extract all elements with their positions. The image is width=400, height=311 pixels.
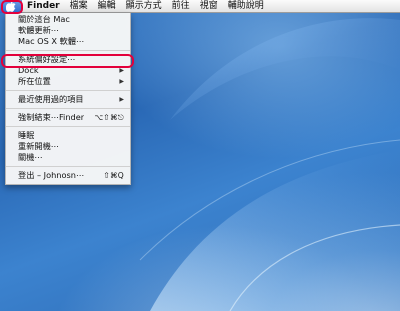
menu-item-recent-items[interactable]: 最近使用過的項目 ▶ <box>6 94 130 105</box>
menubar-go[interactable]: 前往 <box>167 0 195 13</box>
menu-item-sleep[interactable]: 睡眠 <box>6 130 130 141</box>
submenu-arrow-icon: ▶ <box>119 96 124 103</box>
menubar: Finder 檔案 編輯 顯示方式 前往 視窗 輔助說明 <box>0 0 400 13</box>
menu-item-system-preferences[interactable]: 系統偏好設定⋯ <box>6 54 130 65</box>
apple-menu: 關於這台 Mac 軟體更新⋯ Mac OS X 軟體⋯ 系統偏好設定⋯ Dock… <box>5 13 131 185</box>
menubar-window[interactable]: 視窗 <box>195 0 223 13</box>
menubar-edit[interactable]: 編輯 <box>93 0 121 13</box>
menu-item-dock[interactable]: Dock ▶ <box>6 65 130 76</box>
menubar-help[interactable]: 輔助說明 <box>223 0 269 13</box>
menubar-file[interactable]: 檔案 <box>65 0 93 13</box>
menu-item-shutdown[interactable]: 關機⋯ <box>6 152 130 163</box>
menu-item-mac-os-x-software[interactable]: Mac OS X 軟體⋯ <box>6 36 130 47</box>
menu-item-location[interactable]: 所在位置 ▶ <box>6 76 130 87</box>
menu-item-force-quit[interactable]: 強制結束⋯Finder ⌥⇧⌘⎋ <box>6 112 130 123</box>
menu-separator <box>6 166 130 167</box>
menu-item-shutdown-label: 關機⋯ <box>18 152 43 162</box>
menu-item-software-update[interactable]: 軟體更新⋯ <box>6 25 130 36</box>
menu-item-location-label: 所在位置 <box>18 76 51 86</box>
menu-item-logout[interactable]: 登出 – Johnosn⋯ ⇧⌘Q <box>6 170 130 181</box>
menu-item-about-label: 關於這台 Mac <box>18 14 70 24</box>
menu-item-software-update-label: 軟體更新⋯ <box>18 25 59 35</box>
menu-separator <box>6 90 130 91</box>
apple-icon <box>6 0 16 12</box>
menu-separator <box>6 50 130 51</box>
menu-item-about[interactable]: 關於這台 Mac <box>6 14 130 25</box>
menubar-view[interactable]: 顯示方式 <box>121 0 167 13</box>
menubar-finder[interactable]: Finder <box>22 0 65 13</box>
menu-item-dock-label: Dock <box>18 65 39 75</box>
menu-item-force-quit-label: 強制結束⋯Finder <box>18 112 85 122</box>
menu-item-sleep-label: 睡眠 <box>18 130 35 140</box>
menu-item-system-preferences-label: 系統偏好設定⋯ <box>18 54 76 64</box>
submenu-arrow-icon: ▶ <box>119 67 124 74</box>
submenu-arrow-icon: ▶ <box>119 78 124 85</box>
logout-shortcut: ⇧⌘Q <box>103 171 124 180</box>
menu-item-restart[interactable]: 重新開機⋯ <box>6 141 130 152</box>
menu-item-recent-items-label: 最近使用過的項目 <box>18 94 84 104</box>
menu-separator <box>6 108 130 109</box>
menu-separator <box>6 126 130 127</box>
apple-menu-button[interactable] <box>0 0 22 13</box>
menu-item-logout-label: 登出 – Johnosn⋯ <box>18 170 85 180</box>
force-quit-shortcut: ⌥⇧⌘⎋ <box>94 113 124 122</box>
menu-item-restart-label: 重新開機⋯ <box>18 141 59 151</box>
menu-item-mac-os-x-software-label: Mac OS X 軟體⋯ <box>18 36 85 46</box>
